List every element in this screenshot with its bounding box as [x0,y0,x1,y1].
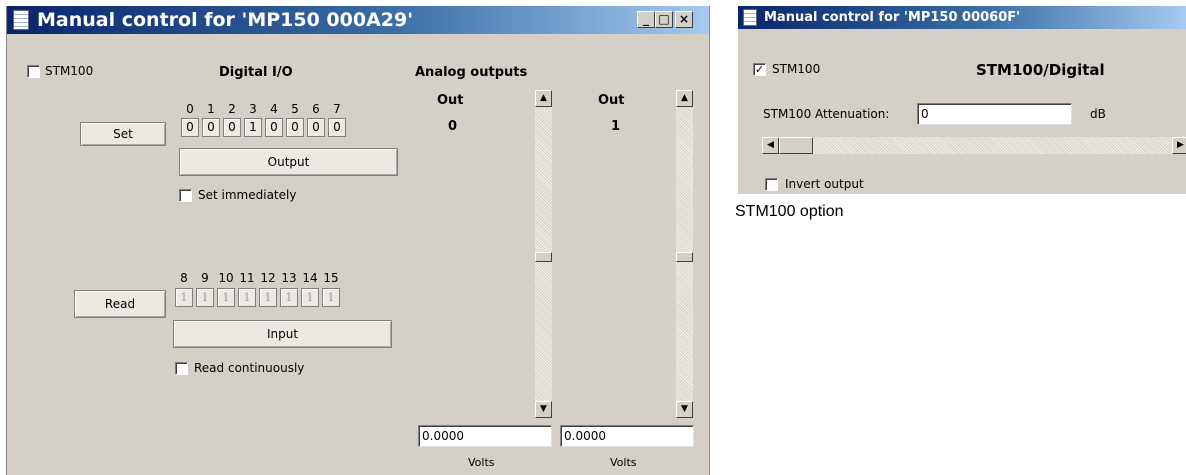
set-immediately-label: Set immediately [198,188,297,202]
stm100-checkbox[interactable] [27,65,40,78]
scroll-left-icon[interactable]: ◀ [762,137,779,154]
bit-number: 8 [180,271,188,285]
caption-stm100-option: STM100 option [735,203,844,220]
bit-number: 0 [186,102,194,116]
channel-0-volts-input[interactable]: 0.0000 [418,425,552,447]
close-icon: × [678,12,690,26]
app-icon [13,10,29,30]
bit-toggle[interactable]: 0 [307,118,325,137]
channel-0-scrollbar[interactable]: ▲ ▼ [535,90,552,418]
bit-toggle: 1 [280,288,298,307]
close-button[interactable]: × [675,11,693,28]
bit-number: 9 [201,271,209,285]
bit-toggle: 1 [238,288,256,307]
bit-number: 15 [323,271,339,285]
invert-output-label: Invert output [785,177,864,191]
input-button[interactable]: Input [173,320,392,348]
bit-toggle[interactable]: 0 [202,118,220,137]
channel-0-scroll-thumb[interactable] [535,252,552,262]
stm100-label: STM100 [45,64,94,78]
bit-number: 1 [207,102,215,116]
digital-io-heading: Digital I/O [219,65,293,80]
window-title: Manual control for 'MP150 00060F' [764,10,1021,25]
attenuation-slider[interactable]: ◀ ▶ [762,137,1186,154]
bit-number: 11 [239,271,255,285]
bit-number: 6 [312,102,320,116]
channel-0-units: Volts [468,456,495,469]
attenuation-label: STM100 Attenuation: [763,107,890,121]
bit-toggle[interactable]: 0 [265,118,283,137]
bit-number: 4 [270,102,278,116]
channel-1-units: Volts [610,456,637,469]
scroll-up-icon[interactable]: ▲ [535,90,552,107]
bit-number: 3 [249,102,257,116]
channel-1-scroll-thumb[interactable] [676,252,693,262]
manual-control-window-1: Manual control for 'MP150 000A29' _ □ × … [6,6,710,475]
scroll-up-icon[interactable]: ▲ [676,90,693,107]
bit-toggle: 1 [322,288,340,307]
read-button[interactable]: Read [74,290,166,318]
set-button[interactable]: Set [80,122,166,146]
scroll-down-icon[interactable]: ▼ [535,401,552,418]
bit-number: 5 [291,102,299,116]
bit-toggle[interactable]: 1 [244,118,262,137]
bit-number: 12 [260,271,276,285]
channel-0-out-label: Out [437,93,464,108]
scroll-right-icon[interactable]: ▶ [1172,137,1186,154]
read-continuously-label: Read continuously [194,361,305,375]
bit-number: 7 [333,102,341,116]
output-button[interactable]: Output [179,148,398,176]
manual-control-window-2: Manual control for 'MP150 00060F' ✓ STM1… [738,6,1186,194]
attenuation-slider-thumb[interactable] [779,137,813,154]
maximize-icon: □ [658,12,670,26]
stm100-digital-heading: STM100/Digital [976,61,1105,79]
bit-number: 13 [281,271,297,285]
bit-number: 14 [302,271,318,285]
app-icon [743,9,757,26]
bit-toggle: 1 [259,288,277,307]
bit-number: 10 [218,271,234,285]
stm100-checkbox[interactable]: ✓ [753,63,766,76]
analog-outputs-heading: Analog outputs [415,65,528,80]
channel-0-number: 0 [448,119,458,134]
bit-toggle: 1 [196,288,214,307]
bit-toggle[interactable]: 0 [328,118,346,137]
bit-toggle[interactable]: 0 [181,118,199,137]
scroll-down-icon[interactable]: ▼ [676,401,693,418]
title-bar[interactable]: Manual control for 'MP150 000A29' _ □ × [7,6,709,34]
channel-1-scrollbar[interactable]: ▲ ▼ [676,90,693,418]
checkmark-icon: ✓ [754,63,765,76]
channel-1-number: 1 [611,119,621,134]
stm100-label: STM100 [772,62,821,76]
minimize-button[interactable]: _ [637,11,655,28]
bit-number: 2 [228,102,236,116]
channel-1-out-label: Out [598,93,625,108]
bit-toggle[interactable]: 0 [286,118,304,137]
bit-toggle: 1 [217,288,235,307]
bit-toggle: 1 [175,288,193,307]
read-continuously-checkbox[interactable] [175,362,188,375]
attenuation-units: dB [1090,107,1106,121]
title-bar[interactable]: Manual control for 'MP150 00060F' [738,6,1186,29]
attenuation-input[interactable]: 0 [917,103,1072,125]
bit-toggle[interactable]: 0 [223,118,241,137]
bit-toggle: 1 [301,288,319,307]
window-title: Manual control for 'MP150 000A29' [37,9,414,31]
minimize-icon: _ [643,12,649,26]
channel-1-volts-input[interactable]: 0.0000 [560,425,694,447]
set-immediately-checkbox[interactable] [179,189,192,202]
maximize-button[interactable]: □ [655,11,673,28]
invert-output-checkbox[interactable] [765,178,778,191]
